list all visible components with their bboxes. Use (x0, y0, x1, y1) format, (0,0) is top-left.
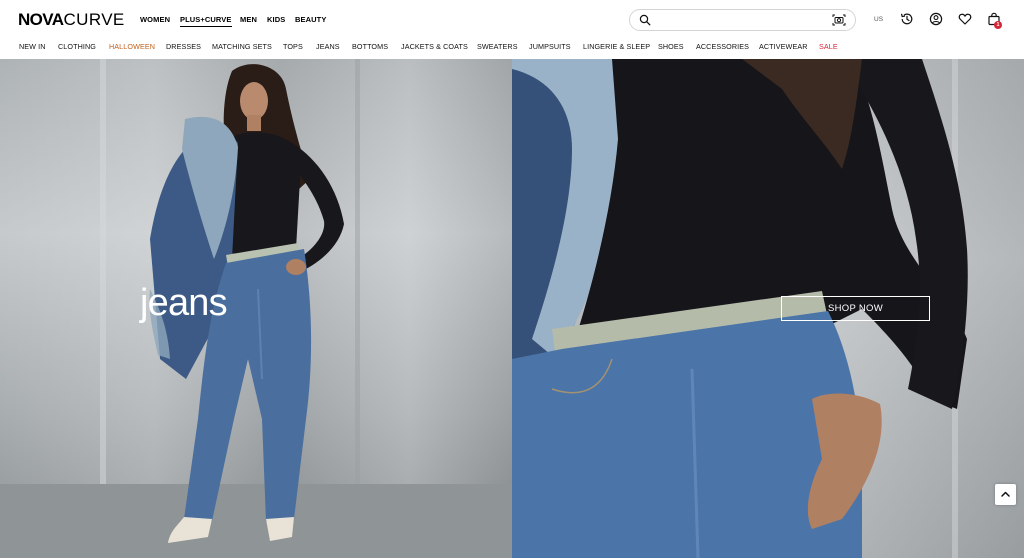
hero-banner[interactable]: jeans SHOP NOW (0, 59, 1024, 558)
search-icon[interactable] (639, 14, 651, 26)
shop-now-button[interactable]: SHOP NOW (781, 296, 930, 321)
nav-halloween[interactable]: HALLOWEEN (109, 42, 155, 51)
dept-plus-curve[interactable]: PLUS+CURVE (180, 15, 232, 27)
nav-tops[interactable]: TOPS (283, 42, 303, 51)
nav-clothing[interactable]: CLOTHING (58, 42, 96, 51)
nav-activewear[interactable]: ACTIVEWEAR (759, 42, 808, 51)
logo-light-text: CURVE (63, 10, 125, 29)
cart-count-badge: 1 (994, 21, 1002, 29)
nav-new-in[interactable]: NEW IN (19, 42, 46, 51)
logo-bold-text: NOVA (18, 10, 64, 29)
back-to-top-button[interactable] (995, 484, 1016, 505)
nav-bottoms[interactable]: BOTTOMS (352, 42, 388, 51)
chevron-up-icon (1001, 491, 1010, 497)
nav-jumpsuits[interactable]: JUMPSUITS (529, 42, 571, 51)
nav-jeans[interactable]: JEANS (316, 42, 340, 51)
account-icon[interactable] (929, 12, 943, 26)
heart-icon[interactable] (958, 12, 972, 26)
nav-matching-sets[interactable]: MATCHING SETS (212, 42, 272, 51)
brand-logo[interactable]: NOVACURVE (18, 11, 125, 29)
hero-image-right (512, 59, 1024, 558)
dept-women[interactable]: WOMEN (140, 15, 170, 24)
hero-image-left: jeans (0, 59, 512, 558)
hero-title: jeans (140, 282, 228, 324)
search-input[interactable] (629, 9, 856, 31)
nav-lingerie-sleep[interactable]: LINGERIE & SLEEP (583, 42, 650, 51)
dept-men[interactable]: MEN (240, 15, 257, 24)
history-icon[interactable] (900, 12, 914, 26)
nav-sweaters[interactable]: SWEATERS (477, 42, 518, 51)
nav-dresses[interactable]: DRESSES (166, 42, 201, 51)
nav-accessories[interactable]: ACCESSORIES (696, 42, 749, 51)
region-selector[interactable]: US (874, 16, 883, 23)
camera-icon[interactable] (832, 13, 846, 27)
dept-beauty[interactable]: BEAUTY (295, 15, 326, 24)
model-full-body-illustration (0, 59, 512, 558)
dept-kids[interactable]: KIDS (267, 15, 285, 24)
nav-shoes[interactable]: SHOES (658, 42, 684, 51)
category-nav: NEW IN CLOTHING HALLOWEEN DRESSES MATCHI… (0, 38, 1024, 58)
model-closeup-illustration (512, 59, 968, 558)
nav-jackets-coats[interactable]: JACKETS & COATS (401, 42, 468, 51)
top-header: NOVACURVE WOMEN PLUS+CURVE MEN KIDS BEAU… (0, 0, 1024, 38)
nav-sale[interactable]: SALE (819, 42, 838, 51)
